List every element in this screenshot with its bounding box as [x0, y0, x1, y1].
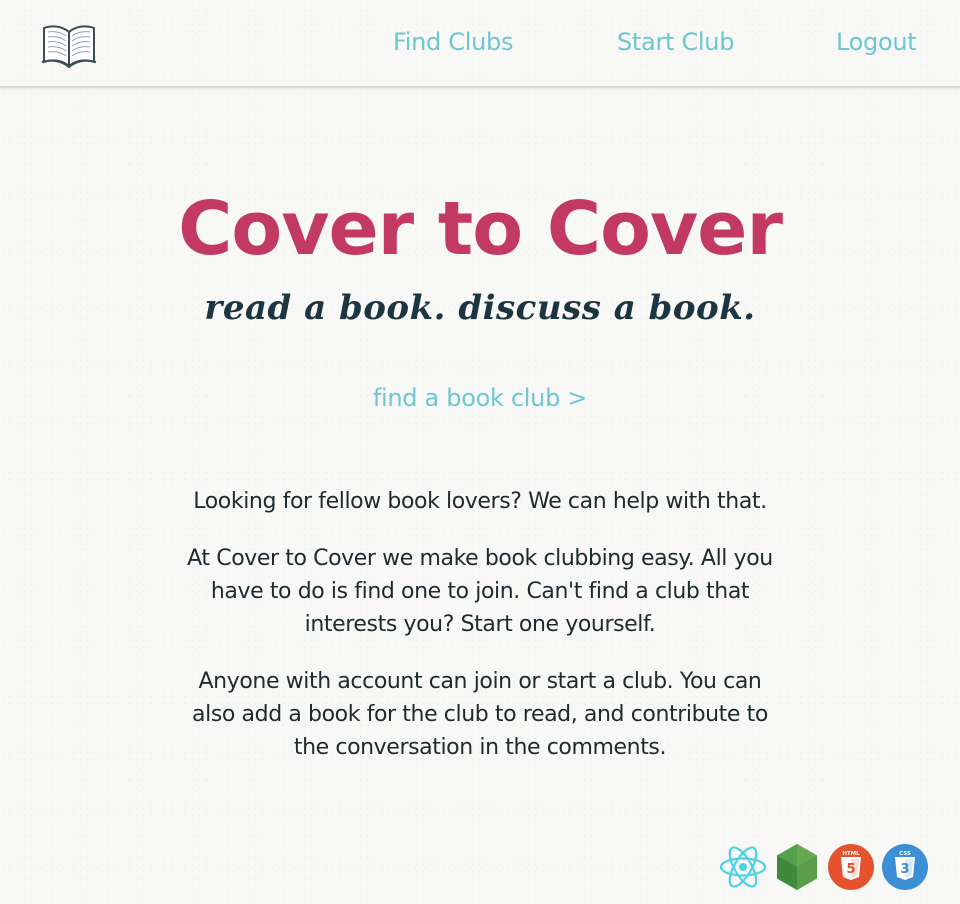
html5-icon: HTML 5 [828, 844, 874, 890]
css3-badge-text: CSS [899, 851, 911, 857]
nav-find-clubs-link[interactable]: Find Clubs [393, 28, 513, 56]
site-tagline: read a book. discuss a book. [204, 288, 756, 328]
nav-logout-link[interactable]: Logout [836, 28, 917, 56]
tech-stack-icons: HTML 5 CSS 3 [718, 842, 930, 892]
nodejs-icon [777, 844, 817, 890]
about-paragraph: Looking for fellow book lovers? We can h… [193, 489, 767, 514]
about-paragraph: Anyone with account can join or start a … [192, 669, 768, 760]
open-book-icon[interactable] [40, 22, 98, 68]
svg-text:3: 3 [900, 862, 909, 877]
nav-start-club-link[interactable]: Start Club [617, 28, 734, 56]
html5-badge-text: HTML [842, 851, 860, 857]
css3-icon: CSS 3 [882, 844, 928, 890]
find-book-club-link[interactable]: find a book club > [0, 384, 960, 412]
react-icon [719, 846, 767, 888]
site-title: Cover to Cover [178, 186, 783, 272]
top-navigation-bar: Find Clubs Start Club Logout [0, 0, 960, 88]
about-paragraph: At Cover to Cover we make book clubbing … [187, 546, 773, 637]
about-section: Looking for fellow book lovers? We can h… [180, 485, 780, 788]
svg-text:5: 5 [846, 862, 855, 877]
